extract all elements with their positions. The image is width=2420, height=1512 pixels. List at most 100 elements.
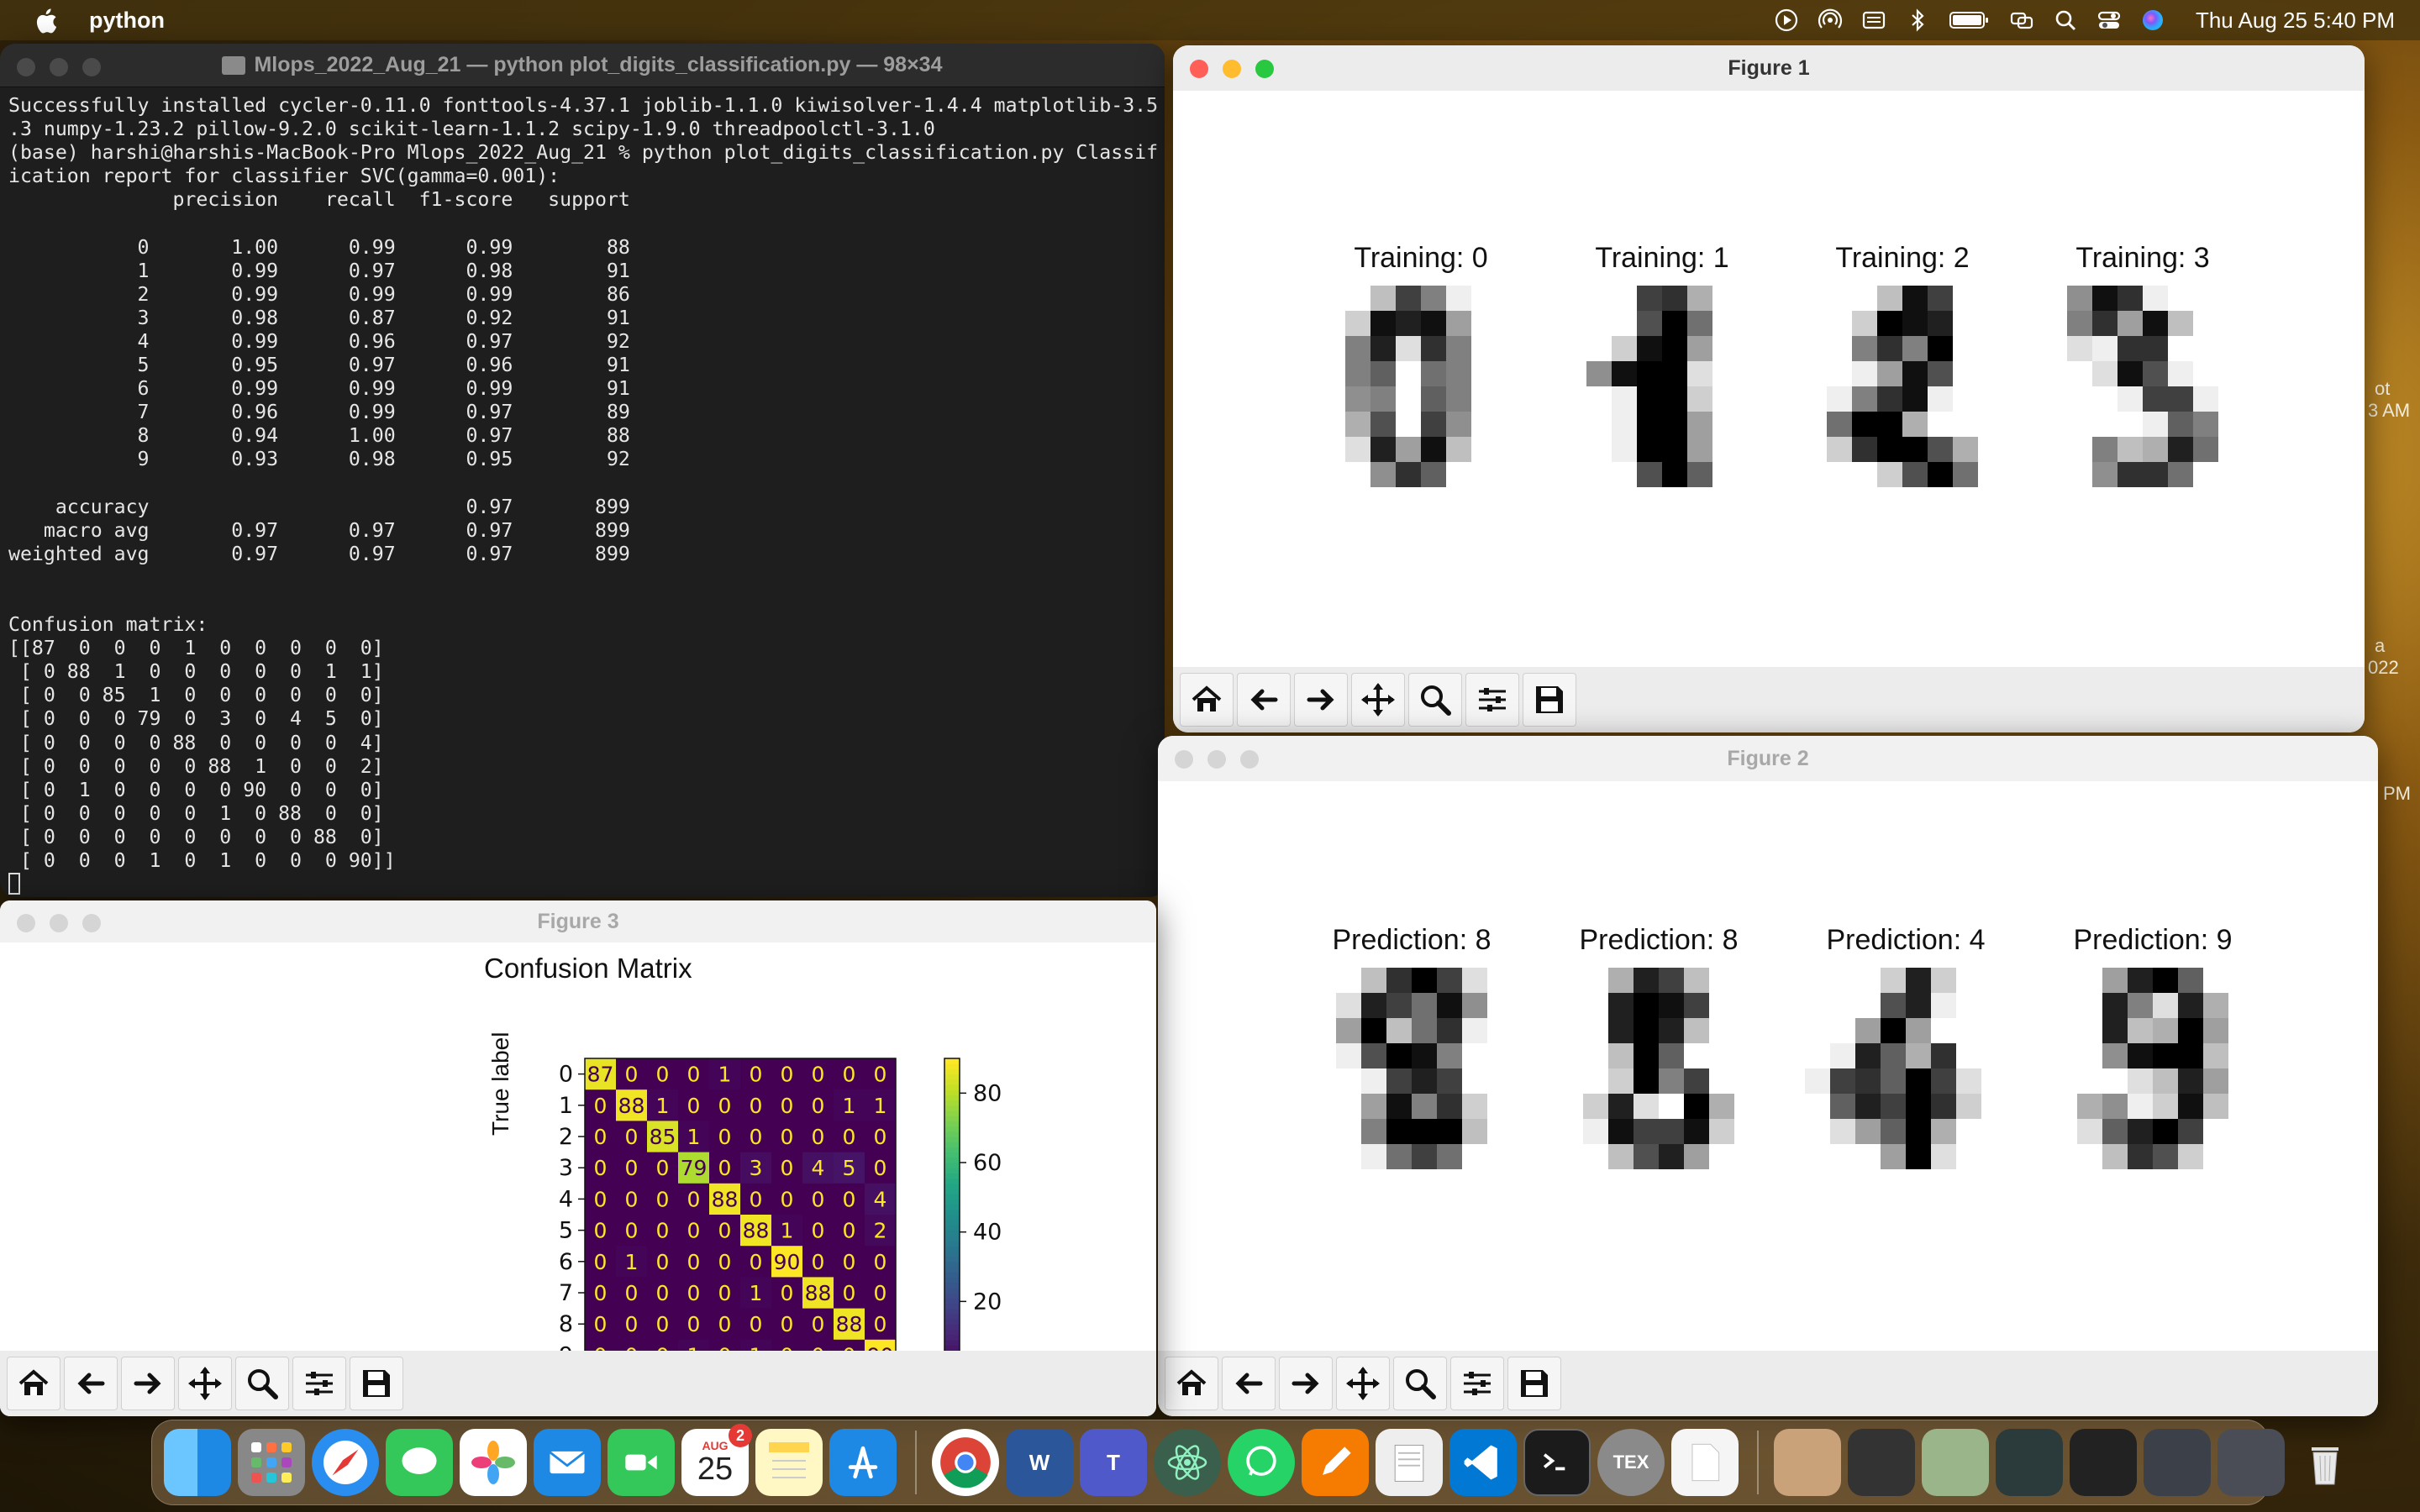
pan-button[interactable] xyxy=(1351,673,1405,727)
minimized-window-thumbnail[interactable] xyxy=(1922,1429,1989,1496)
menu-bar-clock[interactable]: Thu Aug 25 5:40 PM xyxy=(2196,8,2395,34)
digit-pixel xyxy=(2178,1018,2204,1044)
cell-value: 0 xyxy=(718,1219,732,1243)
forward-button[interactable] xyxy=(1294,673,1348,727)
digit-pixel xyxy=(2143,386,2169,412)
digit-pixel xyxy=(1583,1094,1609,1120)
figure-2-window[interactable]: Figure 2 Prediction: 8 Prediction: 8 Predi… xyxy=(1158,736,2378,1416)
home-button[interactable] xyxy=(7,1357,60,1410)
teams-icon[interactable]: T xyxy=(1080,1429,1147,1496)
pan-button[interactable] xyxy=(1336,1357,1390,1410)
launchpad-icon[interactable] xyxy=(238,1429,305,1496)
minimized-window-thumbnail[interactable] xyxy=(2144,1429,2211,1496)
chrome-icon[interactable] xyxy=(932,1429,999,1496)
zoom-button[interactable] xyxy=(82,914,101,932)
pan-button[interactable] xyxy=(178,1357,232,1410)
minimize-button[interactable] xyxy=(50,58,68,76)
terminal-app-icon[interactable] xyxy=(1523,1429,1591,1496)
textedit-icon[interactable] xyxy=(1376,1429,1443,1496)
minimized-window-thumbnail[interactable] xyxy=(2217,1429,2285,1496)
trash-icon[interactable] xyxy=(2291,1429,2359,1496)
close-button[interactable] xyxy=(17,58,35,76)
digit-pixel xyxy=(1637,286,1663,312)
minimize-button[interactable] xyxy=(1207,750,1226,769)
save-button[interactable] xyxy=(1523,673,1576,727)
close-button[interactable] xyxy=(1190,60,1208,78)
notes-icon[interactable] xyxy=(755,1429,823,1496)
cell-value: 0 xyxy=(718,1156,732,1180)
digit-pixel xyxy=(1712,361,1739,387)
digit-pixel xyxy=(1320,311,1346,337)
vscode-icon[interactable] xyxy=(1449,1429,1517,1496)
battery-icon[interactable] xyxy=(1949,8,1991,33)
digit-pixel xyxy=(1956,1043,1982,1069)
home-button[interactable] xyxy=(1180,673,1234,727)
pencil-app-icon[interactable] xyxy=(1302,1429,1369,1496)
facetime-icon[interactable] xyxy=(608,1429,675,1496)
minimized-window-thumbnail[interactable] xyxy=(2070,1429,2137,1496)
minimized-window-thumbnail[interactable] xyxy=(1848,1429,1915,1496)
tex-app-icon[interactable]: TEX xyxy=(1597,1429,1665,1496)
digit-pixel xyxy=(1709,1068,1735,1095)
airdrop-icon[interactable] xyxy=(1818,8,1843,33)
bluetooth-icon[interactable] xyxy=(1905,8,1930,33)
keyboard-icon[interactable] xyxy=(1861,8,1886,33)
back-button[interactable] xyxy=(1237,673,1291,727)
mail-icon[interactable] xyxy=(534,1429,601,1496)
messages-icon[interactable] xyxy=(386,1429,453,1496)
document-icon[interactable] xyxy=(1671,1429,1739,1496)
calendar-icon[interactable]: AUG 25 2 xyxy=(681,1424,752,1496)
figure-1-window[interactable]: Figure 1 Training: 0 Training: 1 Training:… xyxy=(1173,45,2365,732)
figure-2-titlebar[interactable]: Figure 2 xyxy=(1158,736,2378,781)
safari-icon[interactable] xyxy=(312,1429,379,1496)
zoom-button[interactable] xyxy=(82,58,101,76)
terminal-titlebar[interactable]: Mlops_2022_Aug_21 — python plot_digits_c… xyxy=(0,44,1165,87)
digit-pixel xyxy=(2203,1119,2229,1145)
zoom-button[interactable] xyxy=(1255,60,1274,78)
app-store-icon[interactable] xyxy=(829,1429,897,1496)
back-button[interactable] xyxy=(1222,1357,1276,1410)
configure-subplots-button[interactable] xyxy=(292,1357,346,1410)
search-icon[interactable] xyxy=(2053,8,2078,33)
minimize-button[interactable] xyxy=(50,914,68,932)
recent-photo-thumbnail[interactable] xyxy=(1774,1429,1841,1496)
digit-pixel xyxy=(2128,1119,2154,1145)
cell-value: 1 xyxy=(781,1219,794,1243)
configure-subplots-button[interactable] xyxy=(1450,1357,1504,1410)
digit-pixel xyxy=(1471,462,1497,487)
figure-3-window[interactable]: Figure 3 Confusion Matrix True label 87 0… xyxy=(0,900,1156,1416)
active-app-name[interactable]: python xyxy=(89,8,165,34)
forward-button[interactable] xyxy=(1279,1357,1333,1410)
photos-icon[interactable] xyxy=(460,1429,527,1496)
home-button[interactable] xyxy=(1165,1357,1218,1410)
terminal-window[interactable]: Mlops_2022_Aug_21 — python plot_digits_c… xyxy=(0,44,1165,897)
zoom-button[interactable] xyxy=(1393,1357,1447,1410)
screen-mirroring-icon[interactable] xyxy=(2009,8,2034,33)
control-center-icon[interactable] xyxy=(2096,8,2122,33)
close-button[interactable] xyxy=(17,914,35,932)
minimized-window-thumbnail[interactable] xyxy=(1996,1429,2063,1496)
digit-pixel xyxy=(1612,286,1638,312)
zoom-button[interactable] xyxy=(235,1357,289,1410)
digit-pixel xyxy=(2193,361,2219,387)
minimize-button[interactable] xyxy=(1223,60,1241,78)
close-button[interactable] xyxy=(1175,750,1193,769)
figure-1-titlebar[interactable]: Figure 1 xyxy=(1173,45,2365,91)
finder-icon[interactable] xyxy=(164,1429,231,1496)
save-button[interactable] xyxy=(1507,1357,1561,1410)
atom-icon[interactable] xyxy=(1154,1429,1221,1496)
zoom-button[interactable] xyxy=(1240,750,1259,769)
save-button[interactable] xyxy=(350,1357,403,1410)
back-button[interactable] xyxy=(64,1357,118,1410)
play-circle-icon[interactable] xyxy=(1774,8,1799,33)
siri-icon[interactable] xyxy=(2140,8,2165,33)
terminal-output[interactable]: Successfully installed cycler-0.11.0 fon… xyxy=(8,94,1160,897)
word-icon[interactable]: W xyxy=(1006,1429,1073,1496)
whatsapp-icon[interactable] xyxy=(1228,1429,1295,1496)
apple-menu-icon[interactable] xyxy=(34,8,57,34)
forward-button[interactable] xyxy=(121,1357,175,1410)
zoom-button[interactable] xyxy=(1408,673,1462,727)
configure-subplots-button[interactable] xyxy=(1465,673,1519,727)
figure-3-titlebar[interactable]: Figure 3 xyxy=(0,900,1156,942)
cell-value: 0 xyxy=(750,1094,763,1118)
